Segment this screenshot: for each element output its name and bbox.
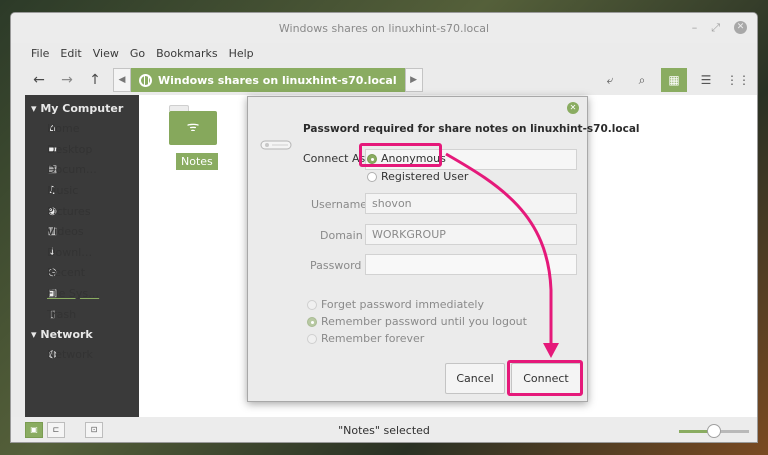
annotation-arrow <box>445 152 559 358</box>
